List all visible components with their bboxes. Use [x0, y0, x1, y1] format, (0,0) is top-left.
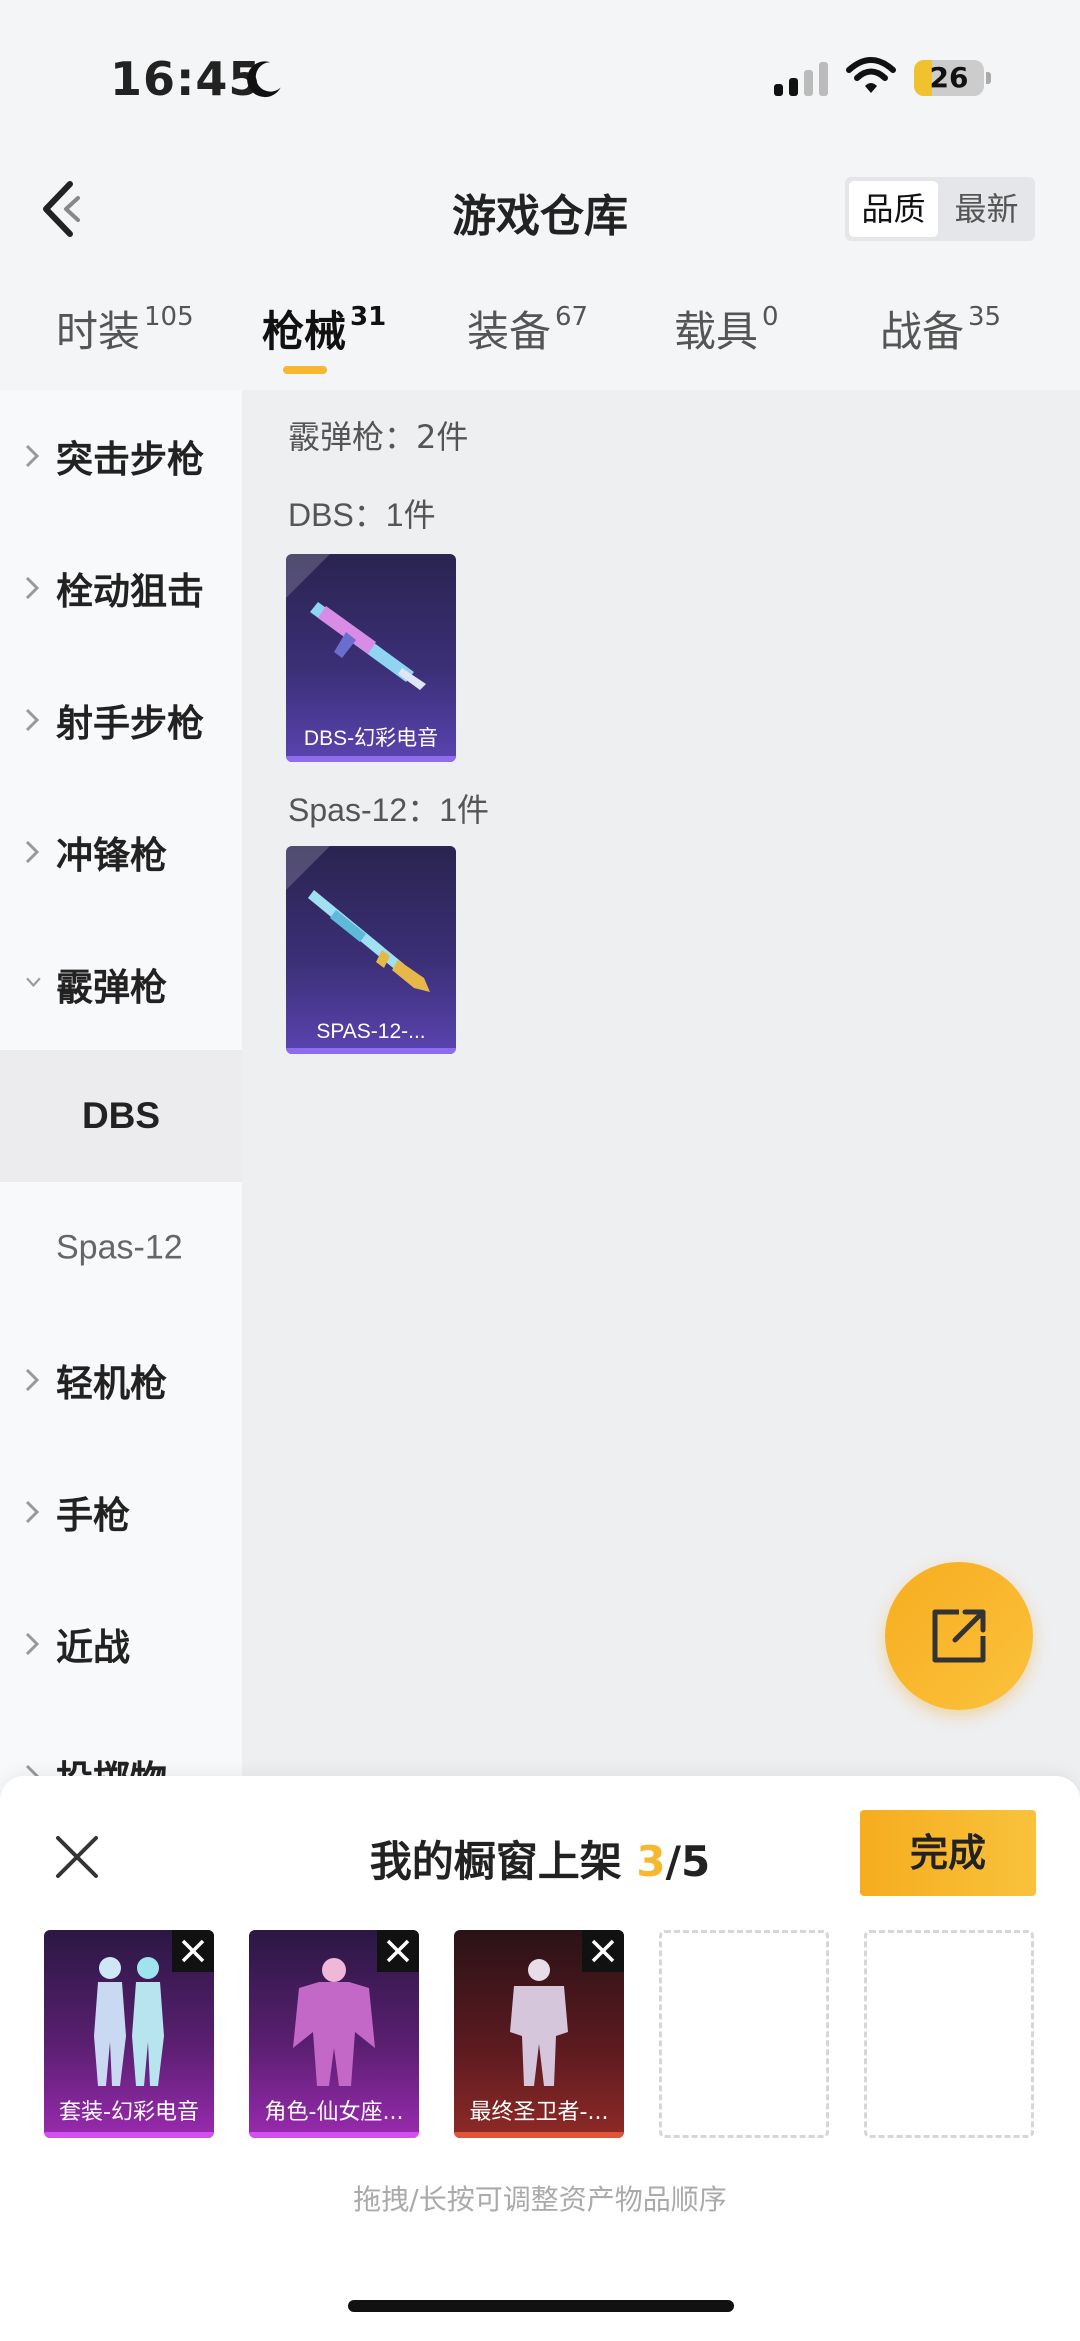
- tab-equipment[interactable]: 装备 67: [467, 298, 588, 359]
- sort-option-newest[interactable]: 最新: [942, 181, 1031, 237]
- tab-label: 装备: [467, 307, 552, 356]
- tab-supplies[interactable]: 战备 35: [880, 298, 1001, 359]
- moon-icon: [247, 61, 281, 98]
- battery-icon: 26: [914, 60, 984, 96]
- chevron-right-icon: [25, 708, 40, 732]
- chevron-down-icon: [26, 977, 41, 988]
- sidebar-item-label: 栓动狙击: [56, 570, 204, 613]
- sidebar-item-label: 突击步枪: [56, 438, 204, 481]
- item-name: SPAS-12-...: [316, 1020, 426, 1043]
- tab-guns[interactable]: 枪械 31: [262, 298, 386, 359]
- tab-label: 战备: [880, 307, 965, 356]
- showcase-total: /5: [665, 1837, 711, 1886]
- tab-count: 0: [762, 302, 779, 332]
- cellular-signal-icon: [774, 62, 830, 96]
- battery-cap: [986, 72, 991, 84]
- status-time: 16:45: [110, 52, 262, 106]
- character-figure-icon: [510, 1959, 568, 2086]
- group-label-spas-12: Spas-12：1件: [288, 792, 489, 828]
- rarity-bar: [286, 1048, 456, 1054]
- done-button[interactable]: 完成: [860, 1810, 1036, 1896]
- character-figure-icon: [293, 1958, 375, 2086]
- tab-count: 67: [555, 302, 589, 332]
- sidebar-item-label: 霰弹枪: [56, 966, 167, 1009]
- showcase-slot-4-empty[interactable]: [659, 1930, 829, 2138]
- showcase-slot-2[interactable]: 角色-仙女座...: [249, 1930, 419, 2138]
- rarity-bar: [249, 2132, 419, 2138]
- home-indicator[interactable]: [348, 2300, 734, 2312]
- tab-vehicles[interactable]: 载具 0: [674, 298, 779, 359]
- wifi-icon: [846, 57, 896, 93]
- group-label-dbs: DBS：1件: [288, 497, 436, 533]
- chevron-right-icon: [25, 444, 40, 468]
- sidebar-item-label: DBS: [81, 1095, 161, 1136]
- remove-slot-icon[interactable]: [377, 1930, 419, 1972]
- remove-slot-icon[interactable]: [172, 1930, 214, 1972]
- chevron-right-icon: [25, 1632, 40, 1656]
- sidebar-item-smg[interactable]: 冲锋枪: [0, 786, 242, 918]
- slot-item-name: 角色-仙女座...: [264, 2100, 404, 2125]
- tab-count: 105: [144, 302, 194, 332]
- sidebar-item-pistol[interactable]: 手枪: [0, 1446, 242, 1578]
- showcase-slot-1[interactable]: 套装-幻彩电音: [44, 1930, 214, 2138]
- tab-outfits[interactable]: 时装 105: [56, 298, 194, 359]
- remove-slot-icon[interactable]: [582, 1930, 624, 1972]
- chevron-right-icon: [25, 840, 40, 864]
- outfit-figure-icon: [94, 1957, 164, 2086]
- tab-label: 枪械: [262, 307, 347, 356]
- shotgun-dbs-icon: [310, 602, 426, 690]
- sidebar-item-melee[interactable]: 近战: [0, 1578, 242, 1710]
- chevron-right-icon: [25, 1500, 40, 1524]
- category-summary: 霰弹枪：2件: [288, 418, 469, 456]
- sidebar-item-label: 近战: [56, 1626, 130, 1669]
- sidebar-item-spas-12[interactable]: Spas-12: [0, 1182, 242, 1314]
- sidebar-item-bolt-sniper[interactable]: 栓动狙击: [0, 522, 242, 654]
- sidebar-item-lmg[interactable]: 轻机枪: [0, 1314, 242, 1446]
- tab-label: 时装: [56, 307, 141, 356]
- sort-toggle: 品质 最新: [845, 177, 1035, 241]
- sidebar-item-label: 手枪: [56, 1494, 130, 1537]
- active-tab-indicator: [283, 366, 327, 374]
- item-card-dbs[interactable]: DBS-幻彩电音: [286, 554, 456, 762]
- share-button[interactable]: [885, 1562, 1033, 1710]
- sidebar-item-dbs[interactable]: DBS: [0, 1050, 242, 1182]
- category-sidebar: 突击步枪 栓动狙击 射手步枪 冲锋枪 霰弹枪 DBS Spas-12 轻机枪 手…: [0, 390, 242, 1801]
- shotgun-spas-12-icon: [308, 890, 430, 992]
- chevron-right-icon: [25, 1368, 40, 1392]
- reorder-hint: 拖拽/长按可调整资产物品顺序: [353, 2183, 727, 2216]
- rarity-bar: [286, 756, 456, 762]
- sidebar-item-marksman-rifle[interactable]: 射手步枪: [0, 654, 242, 786]
- sidebar-item-label: 轻机枪: [56, 1362, 167, 1405]
- showcase-slot-5-empty[interactable]: [864, 1930, 1034, 2138]
- slot-item-name: 套装-幻彩电音: [59, 2100, 199, 2125]
- showcase-count: 3: [636, 1837, 666, 1886]
- tab-count: 35: [968, 302, 1002, 332]
- sort-option-quality[interactable]: 品质: [849, 181, 938, 237]
- item-name: DBS-幻彩电音: [303, 727, 439, 750]
- sidebar-item-label: 射手步枪: [56, 702, 204, 745]
- rarity-bar: [454, 2132, 624, 2138]
- tab-label: 载具: [674, 307, 759, 356]
- tab-count: 31: [350, 302, 387, 332]
- rarity-bar: [44, 2132, 214, 2138]
- battery-level: 26: [929, 61, 969, 94]
- sidebar-item-shotgun[interactable]: 霰弹枪: [0, 918, 242, 1050]
- slot-item-name: 最终圣卫者-...: [469, 2100, 609, 2125]
- sidebar-item-label: Spas-12: [56, 1228, 183, 1267]
- item-card-spas-12[interactable]: SPAS-12-...: [286, 846, 456, 1054]
- showcase-title-text: 我的橱窗上架: [369, 1837, 637, 1886]
- chevron-right-icon: [25, 576, 40, 600]
- sidebar-item-assault-rifle[interactable]: 突击步枪: [0, 390, 242, 522]
- showcase-slot-3[interactable]: 最终圣卫者-...: [454, 1930, 624, 2138]
- sidebar-item-label: 冲锋枪: [56, 834, 167, 877]
- share-export-icon: [932, 1609, 986, 1663]
